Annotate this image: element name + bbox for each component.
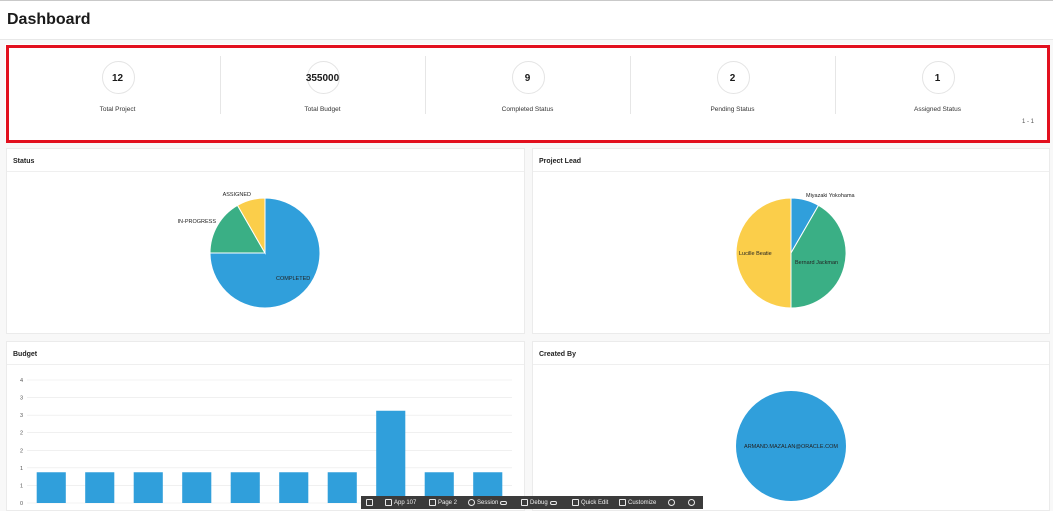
customize-button[interactable]: Customize — [619, 499, 656, 506]
bar — [36, 472, 66, 503]
toolbar-label: Quick Edit — [581, 499, 609, 506]
page-button[interactable]: Page 2 — [429, 499, 457, 506]
session-button[interactable]: Session — [468, 499, 508, 506]
created-by-card: Created By ARMAND.MAZALAN@ORACLE.COM — [532, 341, 1050, 511]
info-icon — [668, 499, 675, 506]
project-lead-pie-chart: Miyazaki Yokohama Bernard Jackman Lucille … — [735, 193, 856, 309]
bar — [230, 472, 260, 503]
bar — [376, 410, 406, 503]
page-header: Dashboard — [0, 1, 1053, 40]
status-pie-chart: COMPLETED IN-PROGRESS ASSIGNED — [177, 192, 321, 309]
y-tick-label: 0 — [20, 501, 23, 507]
slice-label: Miyazaki Yokohama — [806, 193, 856, 199]
metric-label: Total Project — [99, 106, 136, 113]
metric-pending-status: 2 Pending Status — [630, 54, 835, 113]
slice-label: ARMAND.MAZALAN@ORACLE.COM — [744, 444, 838, 450]
home-button[interactable] — [366, 499, 375, 506]
quick-edit-icon — [572, 499, 579, 506]
info-button[interactable] — [668, 499, 677, 506]
slice-label: Lucille Beatie — [739, 251, 772, 257]
metric-value: 12 — [111, 73, 124, 84]
app-button[interactable]: App 107 — [385, 499, 416, 506]
bar — [327, 472, 357, 503]
slice-label: COMPLETED — [276, 276, 310, 282]
metric-assigned-status: 1 Assigned Status — [835, 54, 1040, 113]
budget-card: Budget 01122334 — [6, 341, 525, 511]
metric-total-budget: 355000 Total Budget — [220, 54, 425, 113]
debug-icon — [521, 499, 528, 506]
metric-label: Completed Status — [501, 106, 554, 113]
customize-icon — [619, 499, 626, 506]
metric-label: Pending Status — [710, 106, 755, 113]
toolbar-label: Session — [477, 499, 499, 506]
metric-label: Total Budget — [304, 106, 341, 113]
metric-label: Assigned Status — [914, 106, 961, 113]
session-icon — [468, 499, 475, 506]
y-tick-label: 1 — [20, 483, 23, 489]
metric-value: 2 — [729, 73, 736, 84]
y-tick-label: 4 — [20, 378, 23, 384]
created-by-pie-chart: ARMAND.MAZALAN@ORACLE.COM — [736, 391, 846, 501]
quick-edit-button[interactable]: Quick Edit — [572, 499, 608, 506]
toolbar-label: App 107 — [394, 499, 417, 506]
y-tick-label: 3 — [20, 413, 23, 419]
settings-button[interactable] — [688, 499, 697, 506]
toolbar-label: Debug — [530, 499, 548, 506]
budget-bar-chart: 0 1 1 2 2 3 3 4 — [20, 378, 512, 507]
edit-icon — [385, 499, 392, 506]
session-toggle-icon — [500, 500, 508, 505]
toolbar-label: Page 2 — [438, 499, 458, 506]
debug-toggle-icon — [549, 500, 557, 505]
metrics-pagination: 1 - 1 — [1021, 119, 1034, 125]
bar — [85, 472, 115, 503]
y-tick-label: 1 — [20, 466, 23, 472]
developer-toolbar: App 107 Page 2 Session Debug Quick Edit … — [361, 496, 703, 509]
slice-label: Bernard Jackman — [795, 260, 838, 266]
metrics-region: 12 Total Project 355000 Total Budget 9 C… — [5, 44, 1048, 140]
status-card: Status COMPLETED IN-PROGRESS ASSIGNED — [6, 148, 525, 334]
project-lead-card: Project Lead Miyazaki Yokohama Bernard Ja… — [532, 148, 1050, 334]
metric-value: 1 — [934, 73, 941, 84]
metric-completed-status: 9 Completed Status — [425, 54, 630, 113]
slice-label: ASSIGNED — [223, 192, 251, 198]
bar — [279, 472, 309, 503]
metric-total-project: 12 Total Project — [15, 54, 220, 113]
metric-value: 355000 — [305, 73, 340, 84]
home-icon — [366, 499, 373, 506]
toolbar-label: Customize — [628, 499, 657, 506]
y-tick-label: 3 — [20, 396, 23, 402]
y-tick-label: 2 — [20, 431, 23, 437]
bar — [133, 472, 163, 503]
debug-button[interactable]: Debug — [521, 499, 557, 506]
page-icon — [429, 499, 436, 506]
page-title: Dashboard — [7, 11, 91, 28]
bar — [182, 472, 212, 503]
settings-icon — [688, 499, 695, 506]
metric-value: 9 — [524, 73, 531, 84]
y-tick-label: 2 — [20, 448, 23, 454]
slice-label: IN-PROGRESS — [177, 219, 216, 225]
